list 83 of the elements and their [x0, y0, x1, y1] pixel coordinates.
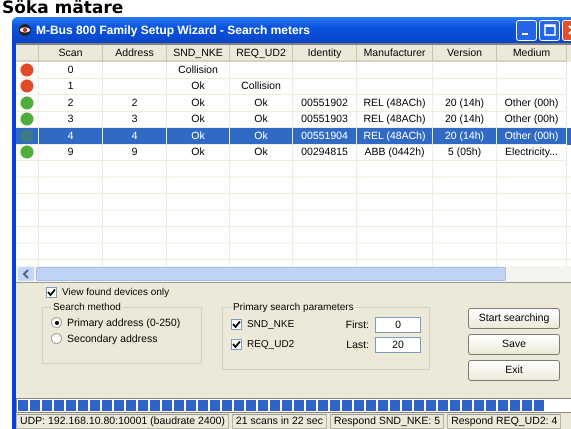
column-header[interactable]: Medium [497, 45, 567, 62]
maximize-button[interactable] [539, 20, 560, 40]
table-cell: Electricity... [505, 145, 558, 160]
field-label: Last: [345, 338, 369, 351]
radio-button[interactable]: Secondary address [51, 332, 193, 345]
table-cell: 9 [132, 145, 138, 160]
input-field[interactable]: 0 [375, 316, 421, 333]
checkmark-icon [232, 320, 241, 330]
status-panel: UDP: 192.168.10.80:10001 (baudrate 2400) [16, 414, 229, 429]
column-header[interactable]: SND_NKE [167, 45, 230, 62]
checkbox[interactable] [231, 319, 242, 330]
table-cell: Ok [191, 112, 205, 126]
checkbox[interactable] [231, 339, 242, 350]
column-header[interactable]: Manufacturer [357, 45, 433, 62]
action-button[interactable]: Exit [468, 360, 560, 381]
table-row[interactable]: 1 Ok Collision [16, 78, 571, 95]
table-cell: 00551902 [301, 96, 348, 110]
checkbox[interactable] [46, 286, 57, 298]
table-cell: Ok [191, 79, 205, 94]
checkbox-label[interactable]: View found devices only [62, 286, 170, 298]
column-header[interactable]: Version [433, 45, 497, 62]
table-cell: Other (00h) [504, 96, 558, 110]
checkmark-icon [47, 288, 56, 297]
table-cell: REL (48ACh) [363, 128, 426, 143]
table-cell: 00294815 [301, 145, 348, 160]
table-cell: 00551903 [301, 112, 348, 126]
minimize-icon [522, 33, 528, 35]
table-cell: Ok [254, 128, 268, 143]
table-row[interactable]: 0 Collision [16, 62, 571, 78]
column-header[interactable]: Scan [39, 45, 103, 62]
group-title: Search method [52, 302, 122, 313]
table-cell: Collision [241, 79, 281, 94]
table-cell: REL (48ACh) [363, 112, 426, 126]
table-cell: Other (00h) [504, 112, 558, 126]
table-cell: 3 [68, 112, 74, 126]
table-cell: 2 [132, 96, 138, 110]
maximize-icon [544, 24, 556, 36]
table-cell: 4 [132, 128, 138, 143]
checkbox-label[interactable]: SND_NKE [247, 319, 294, 330]
table-cell: Ok [254, 145, 268, 160]
table-cell: ABB (0442h) [364, 145, 425, 160]
table-cell: 1 [68, 79, 74, 94]
table-cell: Ok [254, 112, 268, 126]
app-icon [18, 23, 32, 37]
action-button[interactable]: Start searching [468, 308, 560, 329]
table-row[interactable]: 4 4 Ok Ok 00551904 REL (48ACh) 20 (14h) Other (00h) [16, 128, 571, 144]
table-cell: 4 [68, 128, 74, 143]
table-row[interactable]: 2 2 Ok Ok 00551902 REL (48ACh) 20 (14h) Other (00h) [16, 95, 571, 112]
column-header[interactable]: Address [103, 45, 167, 62]
table-cell: 20 (14h) [444, 96, 484, 110]
table-cell: Ok [191, 96, 205, 110]
radio-button[interactable]: Primary address (0-250) [51, 316, 193, 329]
status-panel: 21 scans in 22 sec [232, 414, 327, 429]
field-label: First: [344, 318, 369, 331]
table-cell: REL (48ACh) [363, 96, 426, 110]
table-cell: 2 [68, 96, 74, 110]
table-cell: 5 (05h) [448, 145, 482, 160]
window-title: M-Bus 800 Family Setup Wizard - Search meters [36, 23, 311, 37]
input-field[interactable]: 20 [375, 336, 421, 353]
table-cell: Other (00h) [504, 128, 558, 143]
table-cell: 00551904 [301, 128, 348, 143]
table-cell: 0 [68, 62, 74, 77]
column-header[interactable]: Identity [293, 45, 357, 62]
scroll-left-icon[interactable] [18, 266, 34, 281]
table-cell: 20 (14h) [444, 128, 484, 143]
table-cell: Ok [191, 145, 205, 160]
minimize-button[interactable] [516, 20, 537, 40]
scroll-thumb[interactable] [36, 266, 506, 281]
table-cell: 20 (14h) [444, 112, 484, 126]
checkbox-label[interactable]: REQ_UD2 [247, 339, 294, 350]
table-cell: Collision [178, 62, 218, 77]
status-panel: Respond SND_NKE: 5 [330, 414, 444, 429]
horizontal-scrollbar[interactable] [16, 266, 571, 282]
action-button[interactable]: Save [468, 334, 560, 355]
page-heading: Söka mätare [1, 0, 124, 17]
table-cell: 3 [132, 112, 138, 126]
group-title: Primary search parameters [232, 302, 355, 313]
column-header[interactable]: REQ_UD2 [230, 45, 293, 62]
checkmark-icon [232, 340, 241, 350]
table-cell: Ok [254, 96, 268, 110]
table-cell: 9 [68, 145, 74, 160]
table-cell: Ok [191, 128, 205, 143]
status-panel: Respond REQ_UD2: 4 [447, 414, 562, 429]
